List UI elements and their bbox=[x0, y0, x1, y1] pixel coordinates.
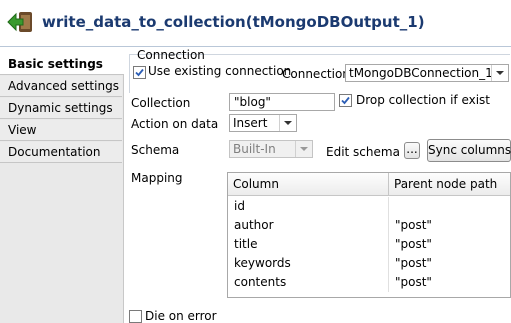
table-cell-column: contents bbox=[234, 275, 287, 289]
sync-columns-button[interactable]: Sync columns bbox=[427, 139, 511, 162]
component-settings-window: write_data_to_collection(tMongoDBOutput_… bbox=[0, 0, 511, 323]
table-cell-column: author bbox=[234, 218, 274, 232]
use-existing-connection-label: Use existing connection bbox=[148, 64, 292, 78]
action-on-data-label: Action on data bbox=[131, 117, 219, 131]
drop-collection-label: Drop collection if exist bbox=[356, 93, 491, 107]
window-title: write_data_to_collection(tMongoDBOutput_… bbox=[42, 13, 425, 31]
chevron-down-icon bbox=[491, 65, 508, 81]
basic-settings-panel: Connection Use existing connection Conne… bbox=[123, 46, 511, 323]
table-row[interactable]: id bbox=[228, 197, 510, 216]
tab-documentation[interactable]: Documentation bbox=[0, 142, 122, 163]
tab-basic-settings[interactable]: Basic settings bbox=[0, 54, 124, 75]
schema-select: Built-In bbox=[229, 140, 313, 158]
die-on-error-label: Die on error bbox=[145, 309, 217, 323]
schema-select-value: Built-In bbox=[233, 142, 276, 156]
connection-select[interactable]: tMongoDBConnection_1 bbox=[345, 64, 509, 82]
chevron-down-icon bbox=[279, 115, 296, 131]
title-bar: write_data_to_collection(tMongoDBOutput_… bbox=[0, 0, 511, 47]
table-cell-column: title bbox=[234, 237, 258, 251]
collection-label: Collection bbox=[131, 96, 191, 110]
mapping-label: Mapping bbox=[131, 171, 183, 185]
tab-advanced-settings[interactable]: Advanced settings bbox=[0, 76, 122, 97]
table-cell-path: "post" bbox=[388, 254, 510, 273]
chevron-down-icon bbox=[295, 141, 312, 157]
action-on-data-select[interactable]: Insert bbox=[229, 114, 297, 132]
table-row[interactable]: keywords "post" bbox=[228, 254, 510, 273]
column-header[interactable]: Column bbox=[228, 173, 388, 195]
edit-schema-label: Edit schema bbox=[326, 145, 400, 159]
tab-dynamic-settings[interactable]: Dynamic settings bbox=[0, 98, 122, 119]
connection-select-value: tMongoDBConnection_1 bbox=[349, 66, 493, 80]
action-on-data-value: Insert bbox=[233, 116, 268, 130]
edit-schema-button[interactable]: ... bbox=[404, 142, 420, 159]
table-cell-column: keywords bbox=[234, 256, 291, 270]
table-row[interactable]: contents "post" bbox=[228, 273, 510, 292]
connection-group-label: Connection bbox=[137, 48, 205, 62]
table-cell-path: "post" bbox=[388, 216, 510, 235]
table-row[interactable]: author "post" bbox=[228, 216, 510, 235]
mapping-table: Column Parent node path id author "post"… bbox=[227, 172, 511, 298]
drop-collection-checkbox[interactable] bbox=[339, 94, 352, 107]
table-cell-path: "post" bbox=[388, 273, 510, 292]
mapping-table-header: Column Parent node path bbox=[228, 173, 510, 196]
use-existing-connection-checkbox[interactable] bbox=[133, 66, 146, 79]
table-cell-column: id bbox=[234, 199, 245, 213]
collection-input[interactable]: "blog" bbox=[229, 93, 335, 111]
schema-label: Schema bbox=[131, 143, 180, 157]
die-on-error-checkbox[interactable] bbox=[129, 310, 142, 323]
tab-view[interactable]: View bbox=[0, 120, 122, 141]
table-row[interactable]: title "post" bbox=[228, 235, 510, 254]
mongodb-output-icon bbox=[6, 8, 34, 36]
table-cell-path bbox=[388, 197, 510, 216]
parent-node-path-header[interactable]: Parent node path bbox=[388, 173, 510, 195]
settings-tab-list: Basic settings Advanced settings Dynamic… bbox=[0, 54, 124, 323]
table-cell-path: "post" bbox=[388, 235, 510, 254]
connection-label: Connection bbox=[282, 67, 350, 81]
